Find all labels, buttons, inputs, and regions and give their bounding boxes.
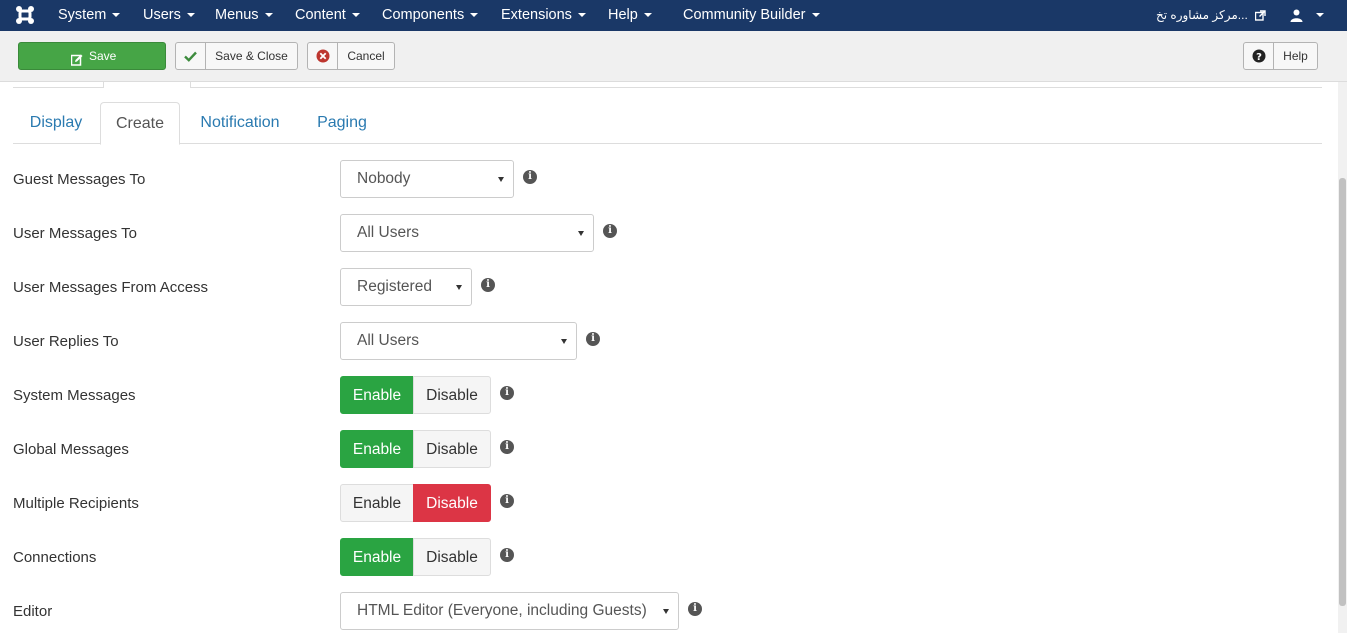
main-content: Display Create Notification Paging Guest…: [0, 82, 1338, 633]
dropdown-arrow-icon: [663, 609, 669, 614]
svg-text:?: ?: [1256, 52, 1262, 63]
multiple-recipients-disable[interactable]: Disable: [413, 484, 491, 522]
global-messages-label: Global Messages: [13, 441, 129, 458]
connections-enable[interactable]: Enable: [340, 538, 414, 576]
dropdown-arrow-icon: [498, 177, 504, 182]
user-replies-to-value: All Users: [357, 332, 420, 349]
guest-messages-to-label: Guest Messages To: [13, 171, 146, 188]
guest-messages-to-value: Nobody: [357, 170, 411, 187]
info-icon[interactable]: i: [586, 332, 600, 346]
caret-down-icon: [470, 13, 479, 18]
menu-menus[interactable]: Menus: [215, 0, 273, 31]
global-messages-enable[interactable]: Enable: [340, 430, 414, 468]
user-messages-to-value: All Users: [357, 224, 420, 241]
menu-content[interactable]: Content: [295, 0, 360, 31]
info-icon[interactable]: i: [603, 224, 617, 238]
user-replies-to-select[interactable]: All Users: [340, 322, 577, 360]
top-navbar: System Users Menus Content Components Ex…: [0, 0, 1347, 31]
system-messages-disable[interactable]: Disable: [413, 376, 491, 414]
info-icon[interactable]: i: [500, 494, 514, 508]
user-messages-from-access-label: User Messages From Access: [13, 279, 209, 296]
menu-system[interactable]: System: [58, 0, 121, 31]
editor-label: Editor: [13, 603, 53, 620]
global-messages-toggle: Enable Disable: [340, 430, 491, 468]
caret-down-icon: [811, 13, 820, 18]
user-menu[interactable]: [1290, 0, 1325, 31]
info-icon[interactable]: i: [481, 278, 495, 292]
info-icon[interactable]: i: [500, 440, 514, 454]
caret-down-icon: [643, 13, 652, 18]
user-messages-to-label: User Messages To: [13, 225, 137, 242]
scrollbar-thumb[interactable]: [1339, 178, 1346, 606]
dropdown-arrow-icon: [561, 339, 567, 344]
multiple-recipients-label: Multiple Recipients: [13, 495, 139, 512]
cancel-button[interactable]: Cancel: [307, 42, 395, 70]
user-messages-from-access-select[interactable]: Registered: [340, 268, 472, 306]
global-messages-disable[interactable]: Disable: [413, 430, 491, 468]
system-messages-label: System Messages: [13, 387, 136, 404]
system-messages-toggle: Enable Disable: [340, 376, 491, 414]
edit-icon: [70, 49, 83, 75]
connections-disable[interactable]: Disable: [413, 538, 491, 576]
save-close-label: Save & Close: [215, 49, 288, 63]
question-circle-icon: ?: [1244, 43, 1274, 69]
caret-down-icon: [351, 13, 360, 18]
multiple-recipients-enable[interactable]: Enable: [340, 484, 414, 522]
tab-create[interactable]: Create: [100, 102, 180, 145]
dropdown-arrow-icon: [456, 285, 462, 290]
tab-notification[interactable]: Notification: [180, 102, 300, 144]
multiple-recipients-toggle: Enable Disable: [340, 484, 491, 522]
editor-select[interactable]: HTML Editor (Everyone, including Guests): [340, 592, 679, 630]
info-icon[interactable]: i: [500, 548, 514, 562]
menu-help[interactable]: Help: [608, 0, 652, 31]
cancel-circle-icon: [308, 43, 338, 69]
outer-tab-active-edge: [103, 82, 191, 88]
menu-users[interactable]: Users: [143, 0, 195, 31]
joomla-logo-icon[interactable]: [14, 5, 36, 25]
site-link[interactable]: ...مرکز مشاوره تخ: [1156, 0, 1266, 31]
user-icon: [1290, 0, 1303, 30]
save-button[interactable]: Save: [18, 42, 166, 70]
dropdown-arrow-icon: [578, 231, 584, 236]
menu-extensions[interactable]: Extensions: [501, 0, 586, 31]
menu-community-builder[interactable]: Community Builder: [683, 0, 820, 31]
caret-down-icon: [112, 13, 121, 18]
info-icon[interactable]: i: [523, 170, 537, 184]
caret-down-icon: [186, 13, 195, 18]
save-label: Save: [89, 49, 117, 63]
user-replies-to-label: User Replies To: [13, 333, 119, 350]
cancel-label: Cancel: [347, 49, 385, 63]
help-label: Help: [1283, 49, 1308, 63]
vertical-scrollbar[interactable]: [1338, 82, 1347, 633]
external-link-icon: [1254, 0, 1266, 30]
connections-label: Connections: [13, 549, 97, 566]
connections-toggle: Enable Disable: [340, 538, 491, 576]
user-messages-from-access-value: Registered: [357, 278, 432, 295]
outer-tab-strip: [13, 82, 1322, 88]
info-icon[interactable]: i: [688, 602, 702, 616]
editor-value: HTML Editor (Everyone, including Guests): [357, 602, 647, 619]
guest-messages-to-select[interactable]: Nobody: [340, 160, 514, 198]
tab-bar: Display Create Notification Paging: [13, 102, 1322, 145]
tab-display[interactable]: Display: [13, 102, 99, 144]
help-button[interactable]: ? Help: [1243, 42, 1318, 70]
check-icon: [176, 43, 206, 69]
save-close-button[interactable]: Save & Close: [175, 42, 298, 70]
caret-down-icon: [264, 13, 273, 18]
info-icon[interactable]: i: [500, 386, 514, 400]
tab-paging[interactable]: Paging: [300, 102, 384, 144]
caret-down-icon: [577, 13, 586, 18]
site-name: ...مرکز مشاوره تخ: [1156, 8, 1248, 22]
caret-down-icon: [1316, 13, 1325, 18]
system-messages-enable[interactable]: Enable: [340, 376, 414, 414]
user-messages-to-select[interactable]: All Users: [340, 214, 594, 252]
menu-components[interactable]: Components: [382, 0, 479, 31]
toolbar: Save Save & Close Cancel ? Help: [0, 31, 1347, 82]
